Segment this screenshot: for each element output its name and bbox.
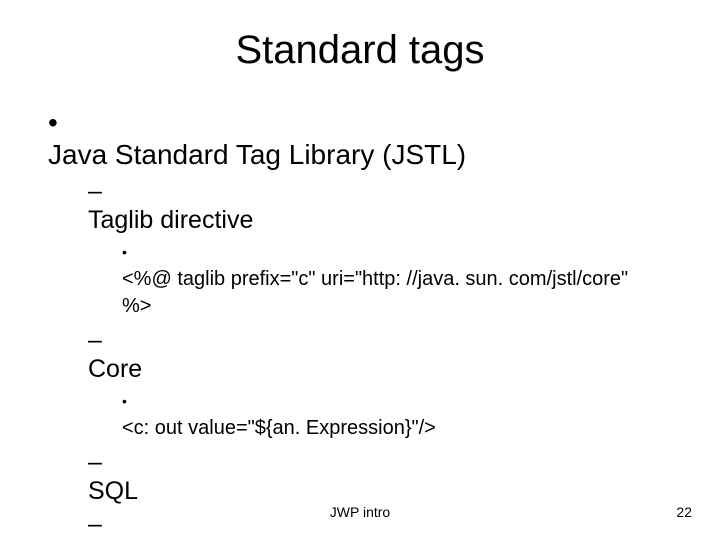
list-item: Core <c: out value="${an. Expression}"/> xyxy=(88,326,680,442)
list-item: Taglib directive <%@ taglib prefix="c" u… xyxy=(88,177,680,320)
list-item: <c: out value="${an. Expression}"/> xyxy=(122,388,680,442)
page-number: 22 xyxy=(676,504,692,520)
bullet-list-lvl3: <%@ taglib prefix="c" uri="http: //java.… xyxy=(122,239,680,320)
bullet-text: <c: out value="${an. Expression}"/> xyxy=(122,415,658,442)
list-item: SQL xyxy=(88,448,680,506)
slide-title: Standard tags xyxy=(0,0,720,83)
bullet-text: Java Standard Tag Library (JSTL) xyxy=(48,139,650,171)
bullet-text: Taglib directive xyxy=(88,206,654,235)
list-item: <%@ taglib prefix="c" uri="http: //java.… xyxy=(122,239,680,320)
bullet-list-lvl2: Taglib directive <%@ taglib prefix="c" u… xyxy=(88,177,680,540)
slide: Standard tags Java Standard Tag Library … xyxy=(0,0,720,540)
bullet-text: <%@ taglib prefix="c" uri="http: //java.… xyxy=(122,266,658,320)
list-item: Java Standard Tag Library (JSTL) Taglib … xyxy=(48,107,680,540)
slide-body: Java Standard Tag Library (JSTL) Taglib … xyxy=(0,83,720,540)
bullet-text: Core xyxy=(88,355,654,384)
footer-center: JWP intro xyxy=(0,504,720,520)
bullet-list-lvl3: <c: out value="${an. Expression}"/> xyxy=(122,388,680,442)
bullet-list-lvl1: Java Standard Tag Library (JSTL) Taglib … xyxy=(48,107,680,540)
bullet-text: SQL xyxy=(88,477,654,506)
